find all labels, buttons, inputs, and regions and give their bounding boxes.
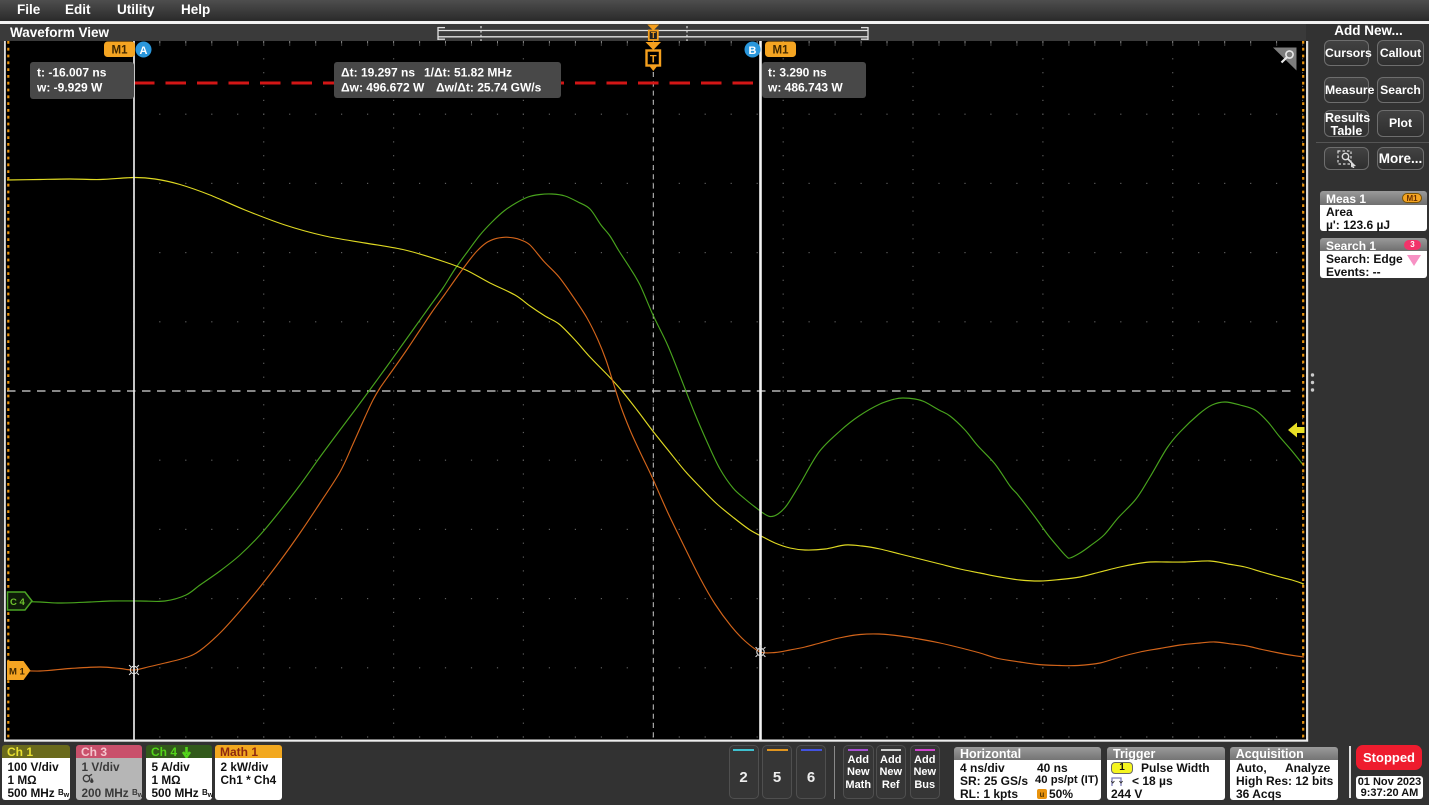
svg-text:M 1: M 1	[9, 667, 26, 678]
svg-text:Δt: 19.297 ns: Δt: 19.297 ns	[341, 66, 415, 80]
svg-text:t: 3.290 ns: t: 3.290 ns	[768, 66, 827, 80]
svg-text:B: B	[749, 45, 757, 57]
svg-text:Δw/Δt: 25.74 GW/s: Δw/Δt: 25.74 GW/s	[436, 81, 542, 95]
svg-text:t: -16.007 ns: t: -16.007 ns	[37, 66, 107, 80]
svg-text:T: T	[651, 31, 656, 40]
svg-text:u: u	[1040, 790, 1045, 799]
svg-text:A: A	[140, 45, 148, 57]
svg-text:M1: M1	[112, 45, 129, 57]
svg-text:Δw: 496.672 W: Δw: 496.672 W	[341, 81, 425, 95]
svg-text:T: T	[650, 54, 657, 66]
svg-text:M1: M1	[773, 45, 790, 57]
svg-text:C 4: C 4	[10, 597, 26, 608]
svg-text:1/Δt: 51.82 MHz: 1/Δt: 51.82 MHz	[424, 66, 512, 80]
svg-text:w: -9.929 W: w: -9.929 W	[36, 81, 103, 95]
svg-text:w: 486.743 W: w: 486.743 W	[767, 81, 843, 95]
